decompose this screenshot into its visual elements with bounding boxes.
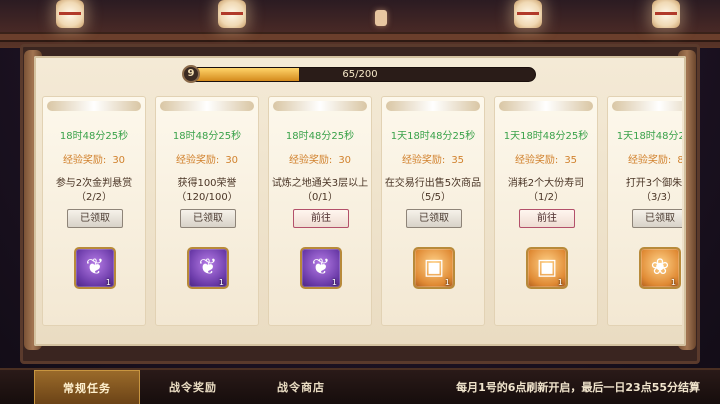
lantern-icon: [218, 0, 246, 28]
task-timer: 18时48分25秒: [59, 131, 129, 142]
exp-reward-label: 经验奖励:: [288, 155, 333, 166]
exp-reward: 经验奖励: 30: [156, 151, 258, 166]
exp-reward-value: 80: [677, 155, 682, 166]
pouch-icon: ❦: [311, 255, 331, 280]
exp-reward-label: 经验奖励:: [627, 155, 672, 166]
lantern-icon: [652, 0, 680, 28]
lantern-icon: [375, 10, 387, 26]
reward-item[interactable]: ❦ 1: [187, 247, 229, 289]
exp-reward: 经验奖励: 30: [43, 151, 145, 166]
claimed-button[interactable]: 已领取: [632, 209, 682, 228]
item-count: 1: [218, 278, 224, 287]
level-badge: 9: [182, 65, 200, 83]
go-button[interactable]: 前往: [519, 209, 575, 228]
task-card: 1天18时48分25秒经验奖励: 80 打开3个御朱宝 （3/3） 已领取 ❀1: [607, 96, 682, 326]
bottom-bar: 常规任务 战令奖励 战令商店 每月1号的6点刷新开启，最后一日23点55分结算: [0, 368, 720, 404]
scroll-rod: [386, 101, 480, 111]
pouch-icon: ❦: [85, 255, 105, 280]
exp-reward-value: 30: [225, 155, 239, 166]
reward-item[interactable]: ❦ 1: [300, 247, 342, 289]
task-title: 消耗2个大份寿司: [507, 178, 585, 189]
exp-reward-value: 30: [112, 155, 126, 166]
task-title: 获得100荣誉: [177, 178, 237, 189]
task-progress: （0/1）: [301, 192, 339, 203]
reward-item[interactable]: ▣ 1: [526, 247, 568, 289]
reward-item[interactable]: ❀ 1: [639, 247, 681, 289]
item-count: 1: [557, 278, 563, 287]
roof-beam: [0, 32, 720, 42]
progress-text: 65/200: [342, 69, 378, 80]
claimed-button[interactable]: 已领取: [180, 209, 236, 228]
scroll-rod: [47, 101, 141, 111]
task-progress: （1/2）: [527, 192, 565, 203]
exp-reward: 经验奖励: 35: [382, 151, 484, 166]
tab-regular-tasks[interactable]: 常规任务: [34, 370, 140, 404]
task-title: 在交易行出售5次商品: [384, 178, 482, 189]
task-timer: 1天18时48分25秒: [616, 131, 682, 142]
task-card: 18时48分25秒 经验奖励: 30 试炼之地通关3层以上 （0/1） 前往 ❦ 1: [268, 96, 372, 326]
exp-reward-label: 经验奖励:: [62, 155, 107, 166]
task-card: 18时48分25秒 经验奖励: 30 参与2次金判悬赏 （2/2） 已领取 ❦ 1: [42, 96, 146, 326]
scroll-rod: [273, 101, 367, 111]
scroll-rod: [499, 101, 593, 111]
roof-header: [0, 0, 720, 48]
lantern-icon: [56, 0, 84, 28]
claimed-button[interactable]: 已领取: [67, 209, 123, 228]
task-timer: 18时48分25秒: [172, 131, 242, 142]
task-timer: 1天18时48分25秒: [390, 131, 476, 142]
tab-pass-shop[interactable]: 战令商店: [246, 370, 356, 404]
task-progress: （5/5）: [414, 192, 452, 203]
exp-reward-label: 经验奖励:: [401, 155, 446, 166]
reward-item[interactable]: ▣ 1: [413, 247, 455, 289]
item-count: 1: [670, 278, 676, 287]
item-count: 1: [331, 278, 337, 287]
task-progress: （120/100）: [176, 192, 238, 203]
exp-reward-value: 35: [564, 155, 578, 166]
exp-reward-value: 35: [451, 155, 465, 166]
battle-pass-progress-bar: 65/200: [184, 67, 536, 82]
claimed-button[interactable]: 已领取: [406, 209, 462, 228]
item-count: 1: [105, 278, 111, 287]
exp-reward-label: 经验奖励:: [514, 155, 559, 166]
task-card-list[interactable]: 18时48分25秒 经验奖励: 30 参与2次金判悬赏 （2/2） 已领取 ❦ 1 18时48分…: [42, 96, 682, 332]
lantern-icon: [514, 0, 542, 28]
task-timer: 1天18时48分25秒: [503, 131, 589, 142]
task-title: 打开3个御朱宝: [625, 178, 682, 189]
task-card: 18时48分25秒 经验奖励: 30 获得100荣誉 （120/100） 已领取 ❦ 1: [155, 96, 259, 326]
reward-item[interactable]: ❦ 1: [74, 247, 116, 289]
item-count: 1: [444, 278, 450, 287]
exp-reward: 经验奖励: 35: [495, 151, 597, 166]
task-title: 参与2次金判悬赏: [55, 178, 133, 189]
task-timer: 18时48分25秒: [285, 131, 355, 142]
scroll-rod: [612, 101, 682, 111]
scroll-rod: [160, 101, 254, 111]
treasure-bag-icon: ❀: [650, 255, 670, 280]
go-button[interactable]: 前往: [293, 209, 349, 228]
exp-reward-label: 经验奖励:: [175, 155, 220, 166]
gift-box-icon: ▣: [536, 255, 558, 280]
task-progress: （3/3）: [640, 192, 678, 203]
task-title: 试炼之地通关3层以上: [271, 178, 369, 189]
task-card: 1天18时48分25秒经验奖励: 35 消耗2个大份寿司 （1/2） 前往 ▣ 1: [494, 96, 598, 326]
refresh-notice: 每月1号的6点刷新开启，最后一日23点55分结算: [456, 381, 700, 394]
pouch-icon: ❦: [198, 255, 218, 280]
gift-box-icon: ▣: [423, 255, 445, 280]
exp-reward: 经验奖励: 80: [608, 151, 682, 166]
task-progress: （2/2）: [75, 192, 113, 203]
tab-pass-rewards[interactable]: 战令奖励: [140, 370, 246, 404]
task-card: 1天18时48分25秒经验奖励: 35 在交易行出售5次商品 （5/5） 已领取 ▣ 1: [381, 96, 485, 326]
exp-reward: 经验奖励: 30: [269, 151, 371, 166]
exp-reward-value: 30: [338, 155, 352, 166]
